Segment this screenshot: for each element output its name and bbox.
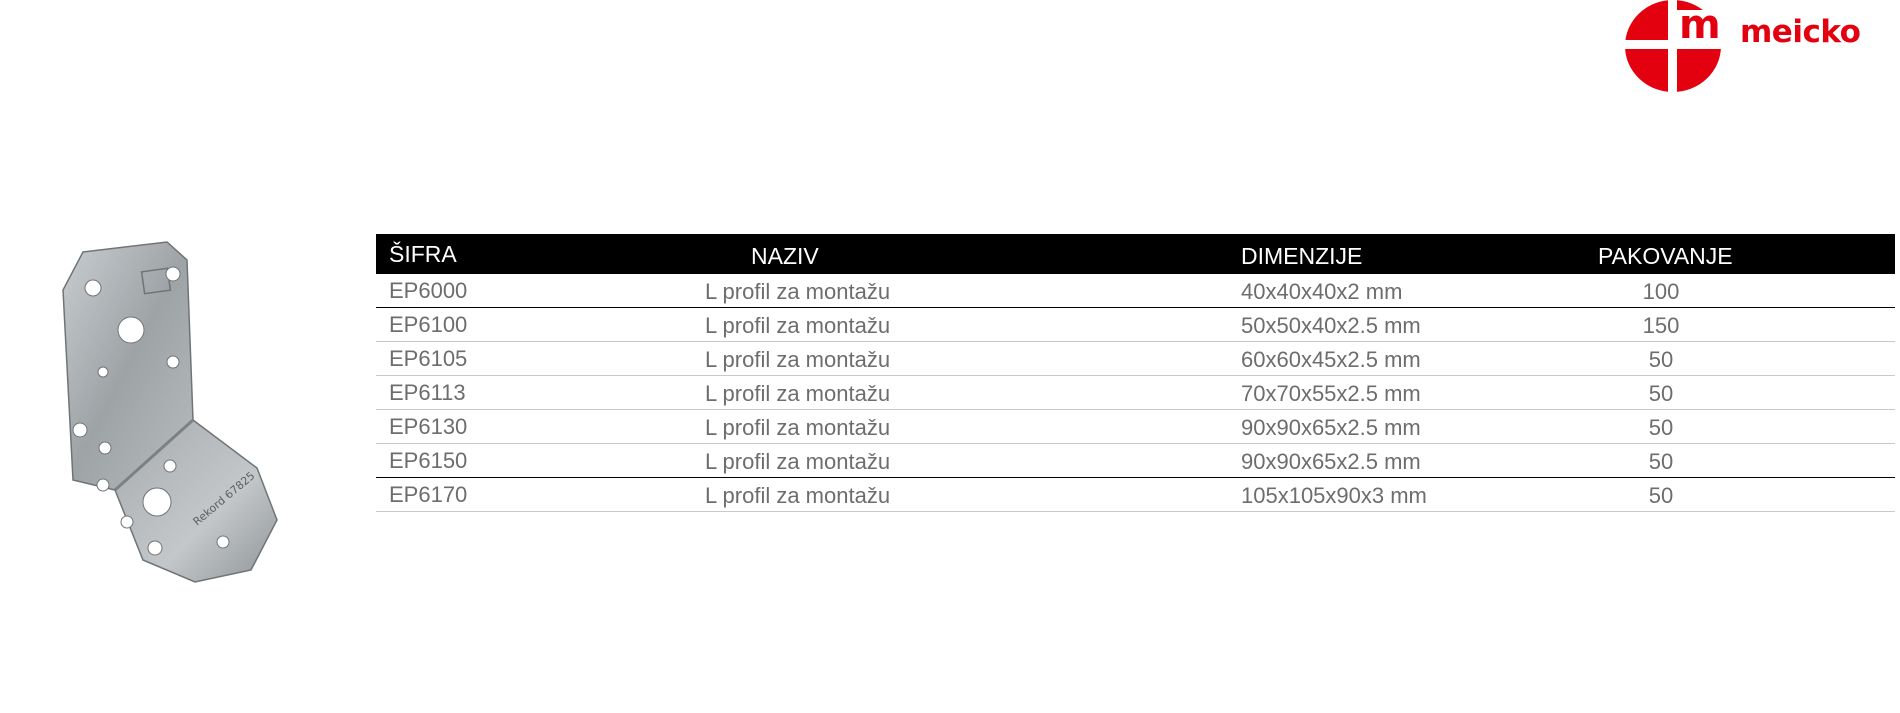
table-row: EP6105 L profil za montažu 60x60x45x2.5 … xyxy=(376,341,1895,376)
row-packaging: 50 xyxy=(1648,381,1674,406)
table-row: EP6000 L profil za montažu 40x40x40x2 mm… xyxy=(376,274,1895,308)
row-dimensions: 105x105x90x3 mm xyxy=(1241,483,1427,508)
cell-name: L profil za montažu xyxy=(705,409,1241,444)
cell-name: L profil za montažu xyxy=(705,274,1241,308)
header-name-label: NAZIV xyxy=(751,243,819,269)
table-header-row: ŠIFRA NAZIV DIMENZIJE PAKOVANJE xyxy=(376,234,1895,274)
cell-name: L profil za montažu xyxy=(705,477,1241,512)
table-row: EP6100 L profil za montažu 50x50x40x2.5 … xyxy=(376,307,1895,342)
logo-mark-icon: m xyxy=(1625,0,1725,92)
cell-dimensions-packaging: 70x70x55x2.5 mm 50 xyxy=(1241,375,1895,410)
row-dimensions: 90x90x65x2.5 mm xyxy=(1241,449,1421,474)
cell-name: L profil za montažu xyxy=(705,307,1241,342)
header-packaging: PAKOVANJE xyxy=(1598,243,1733,269)
row-code: EP6170 xyxy=(389,481,468,507)
header-name: NAZIV xyxy=(751,234,1241,274)
row-name: L profil za montažu xyxy=(705,483,891,508)
cell-dimensions-packaging: 90x90x65x2.5 mm 50 xyxy=(1241,443,1895,478)
table-row: EP6113 L profil za montažu 70x70x55x2.5 … xyxy=(376,375,1895,410)
table-row: EP6130 L profil za montažu 90x90x65x2.5 … xyxy=(376,409,1895,444)
product-table: ŠIFRA NAZIV DIMENZIJE PAKOVANJE EP6000 L… xyxy=(376,234,1895,512)
cell-dimensions-packaging: 90x90x65x2.5 mm 50 xyxy=(1241,409,1895,444)
table-row: EP6150 L profil za montažu 90x90x65x2.5 … xyxy=(376,443,1895,478)
row-code: EP6113 xyxy=(389,379,466,405)
table-body: EP6000 L profil za montažu 40x40x40x2 mm… xyxy=(376,274,1895,512)
logo-letter: m xyxy=(1679,2,1721,48)
cell-dimensions-packaging: 60x60x45x2.5 mm 50 xyxy=(1241,341,1895,376)
row-name: L profil za montažu xyxy=(705,415,891,440)
row-name: L profil za montažu xyxy=(705,313,891,338)
row-name: L profil za montažu xyxy=(705,347,891,372)
cell-dimensions-packaging: 50x50x40x2.5 mm 150 xyxy=(1241,307,1895,342)
header-dimensions: DIMENZIJE xyxy=(1241,243,1363,269)
row-packaging: 100 xyxy=(1642,279,1680,304)
cell-dimensions-packaging: 105x105x90x3 mm 50 xyxy=(1241,477,1895,512)
row-dimensions: 70x70x55x2.5 mm xyxy=(1241,381,1421,406)
row-packaging: 50 xyxy=(1648,483,1674,508)
table-row: EP6170 L profil za montažu 105x105x90x3 … xyxy=(376,477,1895,512)
row-packaging: 50 xyxy=(1648,449,1674,474)
row-name: L profil za montažu xyxy=(705,279,891,304)
brand-logo: m meicko xyxy=(1625,0,1861,95)
row-packaging: 50 xyxy=(1648,415,1674,440)
product-image: Rekord 67825 xyxy=(62,241,278,583)
cell-name: L profil za montažu xyxy=(705,443,1241,478)
cell-name: L profil za montažu xyxy=(705,341,1241,376)
header-dimensions-cell: DIMENZIJE PAKOVANJE xyxy=(1241,234,1895,274)
brand-name: meicko xyxy=(1740,14,1861,50)
row-packaging: 150 xyxy=(1642,313,1680,338)
row-name: L profil za montažu xyxy=(705,381,891,406)
row-dimensions: 90x90x65x2.5 mm xyxy=(1241,415,1421,440)
row-code: EP6000 xyxy=(389,277,468,303)
row-packaging: 50 xyxy=(1648,347,1674,372)
row-code: EP6100 xyxy=(389,311,468,337)
row-code: EP6130 xyxy=(389,413,468,439)
row-dimensions: 60x60x45x2.5 mm xyxy=(1241,347,1421,372)
cell-name: L profil za montažu xyxy=(705,375,1241,410)
header-code: ŠIFRA xyxy=(376,234,796,274)
cell-dimensions-packaging: 40x40x40x2 mm 100 xyxy=(1241,274,1895,308)
row-code: EP6105 xyxy=(389,345,468,371)
row-dimensions: 40x40x40x2 mm xyxy=(1241,279,1403,304)
row-code: EP6150 xyxy=(389,447,468,473)
row-dimensions: 50x50x40x2.5 mm xyxy=(1241,313,1421,338)
row-name: L profil za montažu xyxy=(705,449,891,474)
